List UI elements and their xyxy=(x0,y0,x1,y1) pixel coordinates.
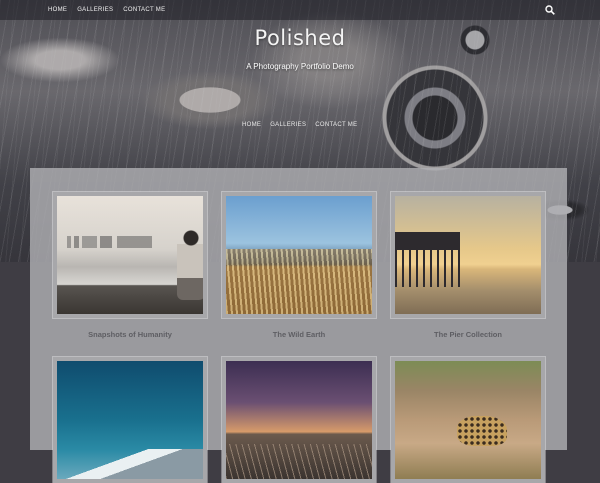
leopard-shape xyxy=(457,416,507,446)
gallery-thumbnail[interactable] xyxy=(57,361,203,479)
gallery-title[interactable]: Snapshots of Humanity xyxy=(53,330,207,339)
top-nav-contact[interactable]: CONTACT ME xyxy=(123,7,165,13)
person-shape xyxy=(177,230,203,300)
hero-nav: HOME GALLERIES CONTACT ME xyxy=(242,122,357,128)
top-nav: HOME GALLERIES CONTACT ME xyxy=(48,0,165,20)
top-bar: HOME GALLERIES CONTACT ME xyxy=(0,0,600,20)
gallery-card[interactable] xyxy=(53,192,207,318)
skyline-shape xyxy=(67,236,152,248)
pier-shape xyxy=(395,232,460,287)
site-tagline: A Photography Portfolio Demo xyxy=(246,62,354,71)
site-title[interactable]: Polished xyxy=(0,26,600,50)
gallery-card[interactable] xyxy=(391,357,545,483)
search-icon[interactable] xyxy=(545,5,555,15)
mountain-shape xyxy=(57,449,203,479)
top-nav-galleries[interactable]: GALLERIES xyxy=(77,7,113,13)
gallery-thumbnail[interactable] xyxy=(226,196,372,314)
gallery-card[interactable] xyxy=(222,192,376,318)
gallery-card[interactable] xyxy=(391,192,545,318)
gallery-thumbnail[interactable] xyxy=(57,196,203,314)
hero-nav-home[interactable]: HOME xyxy=(242,122,261,128)
hero-nav-contact[interactable]: CONTACT ME xyxy=(315,122,357,128)
gallery-card[interactable] xyxy=(222,357,376,483)
top-nav-home[interactable]: HOME xyxy=(48,7,67,13)
hero-nav-galleries[interactable]: GALLERIES xyxy=(270,122,306,128)
tracks-shape xyxy=(226,444,372,479)
gallery-title[interactable]: The Pier Collection xyxy=(391,330,545,339)
gallery-thumbnail[interactable] xyxy=(226,361,372,479)
gallery-thumbnail[interactable] xyxy=(395,361,541,479)
gallery-thumbnail[interactable] xyxy=(395,196,541,314)
weeds-shape xyxy=(226,249,372,314)
gallery-title[interactable]: The Wild Earth xyxy=(222,330,376,339)
gallery-card[interactable] xyxy=(53,357,207,483)
